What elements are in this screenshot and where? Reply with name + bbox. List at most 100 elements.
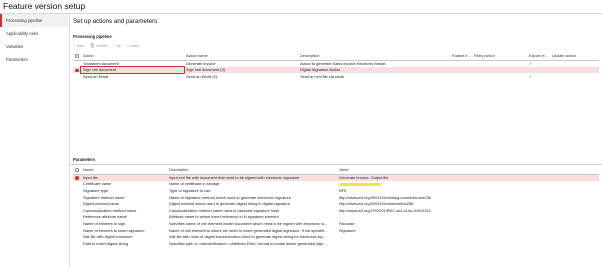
name-cell[interactable]: Canonicalization method name — [81, 207, 167, 214]
export-result-cell[interactable]: ✓ — [527, 73, 550, 80]
value-cell[interactable]: NFE — [337, 187, 599, 194]
description-cell[interactable]: Xslt file with rules of digest transform… — [167, 233, 337, 240]
value-cell[interactable] — [337, 233, 599, 240]
table-row[interactable]: Path to insert digest string Specifies p… — [73, 240, 599, 247]
description-cell[interactable]: Digital Signature Action — [298, 66, 450, 74]
column-header-action-name[interactable]: Action name — [184, 52, 298, 61]
description-cell[interactable]: Canonicalization method name used to cal… — [167, 207, 337, 214]
retry-action-cell[interactable] — [472, 73, 527, 80]
row-checkbox[interactable] — [73, 233, 81, 240]
table-row[interactable]: Signature method name Name of signature … — [73, 194, 599, 201]
column-header-update-action[interactable]: Update action — [550, 52, 599, 61]
down-button[interactable]: ↓ Down — [126, 41, 139, 50]
value-cell[interactable]: http://www.w3.org/2001/04/xmlenc#sha256 — [337, 200, 599, 207]
name-cell[interactable]: Signature method name — [81, 194, 167, 201]
name-cell[interactable]: Path to insert digest string — [81, 240, 167, 247]
column-header-export-result[interactable]: Export result — [527, 52, 550, 61]
column-header-value[interactable]: Value — [337, 166, 599, 175]
row-checkbox[interactable] — [73, 187, 81, 194]
description-cell[interactable]: Type of signature to use — [167, 187, 337, 194]
sidebar-item-parameters[interactable]: Parameters — [0, 53, 69, 66]
row-checkbox[interactable] — [73, 227, 81, 234]
column-header-action[interactable]: Action — [81, 52, 184, 61]
sidebar-item-processing-pipeline[interactable]: Processing pipeline — [0, 14, 69, 27]
select-all-checkbox[interactable] — [73, 52, 81, 61]
enable-entry-cell[interactable] — [450, 66, 472, 74]
value-cell[interactable] — [337, 240, 599, 247]
update-action-cell[interactable] — [550, 66, 599, 74]
action-name-cell[interactable]: Sign xml document (3) — [184, 66, 298, 74]
new-button[interactable]: + New — [73, 41, 84, 50]
retry-action-cell[interactable] — [472, 66, 527, 74]
value-cell[interactable]: Facturae — [337, 220, 599, 227]
row-checkbox[interactable] — [73, 181, 81, 188]
up-button[interactable]: ↑ Up — [113, 41, 121, 50]
table-row[interactable]: Sign xml document Sign xml document (3) … — [73, 66, 599, 74]
table-row[interactable]: Signature type Type of signature to use … — [73, 187, 599, 194]
action-name-cell[interactable]: Generate invoice — [184, 60, 298, 67]
table-row[interactable]: Canonicalization method name Canonicaliz… — [73, 207, 599, 214]
description-cell[interactable]: Name of xml element to where we need to … — [167, 227, 337, 234]
table-row[interactable]: Digest method name Digest method which u… — [73, 200, 599, 207]
table-row[interactable]: Xslt file with digest transform Xslt fil… — [73, 233, 599, 240]
description-cell[interactable]: Specifies path or <elementName>.<Attribu… — [167, 240, 337, 247]
retry-action-cell[interactable] — [472, 60, 527, 67]
export-result-cell[interactable] — [527, 66, 550, 74]
value-cell[interactable]: Signature — [337, 227, 599, 234]
select-all-checkbox[interactable] — [73, 166, 81, 175]
column-header-enable-entry[interactable]: Enable entry — [450, 52, 472, 61]
name-cell[interactable]: Digest method name — [81, 200, 167, 207]
table-row[interactable]: Name of element to insert signature Name… — [73, 227, 599, 234]
name-cell[interactable]: Reference attribute name — [81, 214, 167, 221]
row-checkbox[interactable] — [73, 220, 81, 227]
description-cell[interactable]: Specifies name of xml element inside doc… — [167, 220, 337, 227]
table-row[interactable]: Reference attribute name Attribute name … — [73, 214, 599, 221]
enable-entry-cell[interactable] — [450, 60, 472, 67]
name-cell[interactable]: Signature type — [81, 187, 167, 194]
description-cell[interactable]: Attribute name to where insert reference… — [167, 214, 337, 221]
enable-entry-cell[interactable] — [450, 73, 472, 80]
name-cell[interactable]: Certificate name — [81, 181, 167, 188]
table-row[interactable]: Input file Input xml file with document … — [73, 174, 599, 181]
update-action-cell[interactable] — [550, 73, 599, 80]
description-cell[interactable]: Action to generate Sales invoice electro… — [298, 60, 450, 67]
table-row[interactable]: Name of element to sign Specifies name o… — [73, 220, 599, 227]
table-row[interactable]: Transform document Generate invoice Acti… — [73, 60, 599, 67]
table-row[interactable]: Certificate name Name of certificate in … — [73, 181, 599, 188]
sidebar-item-applicability-rules[interactable]: Applicability rules — [0, 27, 69, 40]
action-cell[interactable]: Send an Email — [81, 73, 184, 80]
update-action-cell[interactable] — [550, 60, 599, 67]
action-name-cell[interactable]: Send an Email (2) — [184, 73, 298, 80]
description-cell[interactable]: Send an xml file via email — [298, 73, 450, 80]
sidebar-item-variables[interactable]: Variables — [0, 40, 69, 53]
description-cell[interactable]: Input xml file with document that need t… — [167, 174, 337, 181]
delete-button[interactable]: 🗑 Delete — [89, 41, 107, 50]
description-cell[interactable]: Name of certificate in storage — [167, 181, 337, 188]
column-header-description[interactable]: Description — [167, 166, 337, 175]
name-cell[interactable]: Xslt file with digest transform — [81, 233, 167, 240]
row-checkbox[interactable] — [73, 240, 81, 247]
value-cell[interactable] — [337, 214, 599, 221]
column-header-description[interactable]: Description — [298, 52, 450, 61]
row-checkbox[interactable] — [73, 66, 81, 74]
row-checkbox[interactable] — [73, 207, 81, 214]
value-cell[interactable] — [337, 181, 599, 188]
value-cell[interactable]: Generate invoice: Output file — [337, 174, 599, 181]
name-cell[interactable]: Input file — [81, 174, 167, 181]
action-cell[interactable]: Sign xml document — [80, 66, 185, 74]
row-checkbox[interactable] — [73, 73, 81, 80]
column-header-retry-action[interactable]: Retry action — [472, 52, 527, 61]
row-checkbox[interactable] — [73, 200, 81, 207]
description-cell[interactable]: Name of signature method which used to g… — [167, 194, 337, 201]
value-cell[interactable]: http://www.w3.org/TR/2001/REC-xml-c14n-2… — [337, 207, 599, 214]
export-result-cell[interactable]: ✓ — [527, 60, 550, 67]
row-checkbox[interactable] — [73, 174, 81, 181]
row-checkbox[interactable] — [73, 60, 81, 67]
description-cell[interactable]: Digest method which used to generate dig… — [167, 200, 337, 207]
name-cell[interactable]: Name of element to insert signature — [81, 227, 167, 234]
column-header-name[interactable]: Name — [81, 166, 167, 175]
row-checkbox[interactable] — [73, 214, 81, 221]
action-cell[interactable]: Transform document — [81, 60, 184, 67]
name-cell[interactable]: Name of element to sign — [81, 220, 167, 227]
row-checkbox[interactable] — [73, 194, 81, 201]
